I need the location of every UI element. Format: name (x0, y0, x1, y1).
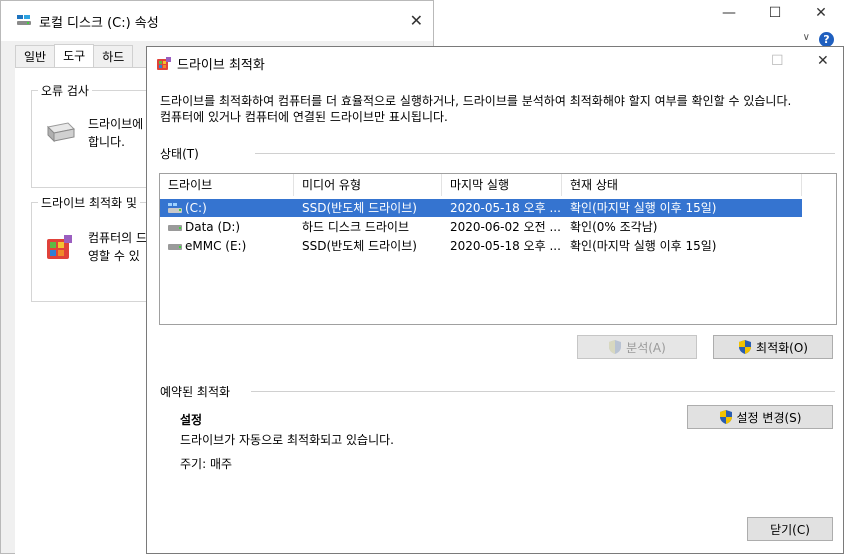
optimizer-titlebar: 드라이브 최적화 ☐ ✕ (147, 47, 843, 79)
ribbon-expand-chevron-icon[interactable]: ∨ (803, 32, 810, 43)
drive-name: (C:) (185, 201, 207, 215)
optimizer-description: 드라이브를 최적화하여 컴퓨터를 더 효율적으로 실행하거나, 드라이브를 분석… (160, 94, 792, 124)
analyze-button[interactable]: 분석(A) (577, 335, 697, 359)
uac-shield-icon (609, 340, 622, 354)
background-window-controls: — ☐ ✕ (706, 0, 844, 26)
column-last-run[interactable]: 마지막 실행 (442, 174, 562, 196)
help-icon[interactable]: ? (819, 32, 834, 47)
status-section-label: 상태(T) (160, 147, 199, 161)
optimize-drives-dialog: 드라이브 최적화 ☐ ✕ 드라이브를 최적화하여 컴퓨터를 더 효율적으로 실행… (146, 46, 844, 554)
optimizer-content: 드라이브를 최적화하여 컴퓨터를 더 효율적으로 실행하거나, 드라이브를 분석… (147, 79, 843, 553)
drive-media-type: SSD(반도체 드라이브) (302, 239, 417, 253)
optimizer-close-button[interactable]: ✕ (817, 53, 829, 69)
tab-general[interactable]: 일반 (15, 45, 56, 67)
column-drive[interactable]: 드라이브 (160, 174, 294, 196)
optimize-button[interactable]: 최적화(O) (713, 335, 833, 359)
properties-tabs: 일반 도구 하드 (15, 44, 134, 68)
frequency-text: 주기: 매주 (180, 457, 233, 471)
change-settings-button[interactable]: 설정 변경(S) (687, 405, 833, 429)
tab-hardware[interactable]: 하드 (93, 45, 134, 67)
uac-shield-icon (739, 340, 752, 354)
background-minimize-button[interactable]: — (706, 0, 752, 26)
drive-last-run: 2020-05-18 오후 ... (450, 239, 561, 253)
drives-list[interactable]: 드라이브 미디어 유형 마지막 실행 현재 상태 (C:) SSD(반도체 드라… (159, 173, 837, 325)
optimizer-title: 드라이브 최적화 (177, 58, 265, 73)
drive-row-d[interactable]: Data (D:) 하드 디스크 드라이브 2020-06-02 오전 ... … (160, 218, 802, 236)
drive-media-type: 하드 디스크 드라이브 (302, 220, 409, 234)
properties-title: 로컬 디스크 (C:) 속성 (39, 16, 159, 31)
optimizer-maximize-button[interactable]: ☐ (771, 53, 784, 69)
settings-status-text: 드라이브가 자동으로 최적화되고 있습니다. (180, 433, 394, 447)
close-button[interactable]: 닫기(C) (747, 517, 833, 541)
drives-list-header: 드라이브 미디어 유형 마지막 실행 현재 상태 (160, 174, 836, 196)
scheduled-divider (251, 391, 835, 392)
background-maximize-button[interactable]: ☐ (752, 0, 798, 26)
drive-last-run: 2020-06-02 오전 ... (450, 220, 561, 234)
defrag-app-icon (157, 57, 171, 70)
defrag-icon (47, 235, 72, 259)
error-check-label: 오류 검사 (38, 82, 92, 99)
local-disk-icon (17, 15, 31, 25)
drive-name: eMMC (E:) (185, 239, 247, 253)
tab-tools[interactable]: 도구 (54, 44, 95, 68)
properties-titlebar: 로컬 디스크 (C:) 속성 ✕ (1, 1, 433, 41)
column-media-type[interactable]: 미디어 유형 (294, 174, 442, 196)
properties-close-button[interactable]: ✕ (410, 11, 423, 30)
drive-status: 확인(0% 조각남) (570, 220, 658, 234)
drive-last-run: 2020-05-18 오후 ... (450, 201, 561, 215)
optimize-group-text: 컴퓨터의 드 영할 수 있 (88, 231, 148, 263)
optimize-group-label: 드라이브 최적화 및 (38, 194, 140, 211)
settings-heading: 설정 (180, 413, 203, 427)
drive-row-e[interactable]: eMMC (E:) SSD(반도체 드라이브) 2020-05-18 오후 ..… (160, 237, 802, 255)
uac-shield-icon (719, 410, 732, 424)
hard-drive-icon (168, 238, 182, 250)
drive-media-type: SSD(반도체 드라이브) (302, 201, 417, 215)
background-close-button[interactable]: ✕ (798, 0, 844, 26)
hard-drive-icon (168, 219, 182, 231)
drive-status: 확인(마지막 실행 이후 15일) (570, 239, 717, 253)
drive-status: 확인(마지막 실행 이후 15일) (570, 201, 717, 215)
drive-name: Data (D:) (185, 220, 241, 234)
drive-check-icon (46, 122, 76, 143)
error-check-text: 드라이브에 합니다. (88, 117, 144, 149)
drive-row-c[interactable]: (C:) SSD(반도체 드라이브) 2020-05-18 오후 ... 확인(… (160, 199, 802, 217)
status-divider (255, 153, 835, 154)
column-current-status[interactable]: 현재 상태 (562, 174, 802, 196)
windows-drive-icon (168, 200, 182, 213)
scheduled-section-label: 예약된 최적화 (160, 385, 231, 399)
